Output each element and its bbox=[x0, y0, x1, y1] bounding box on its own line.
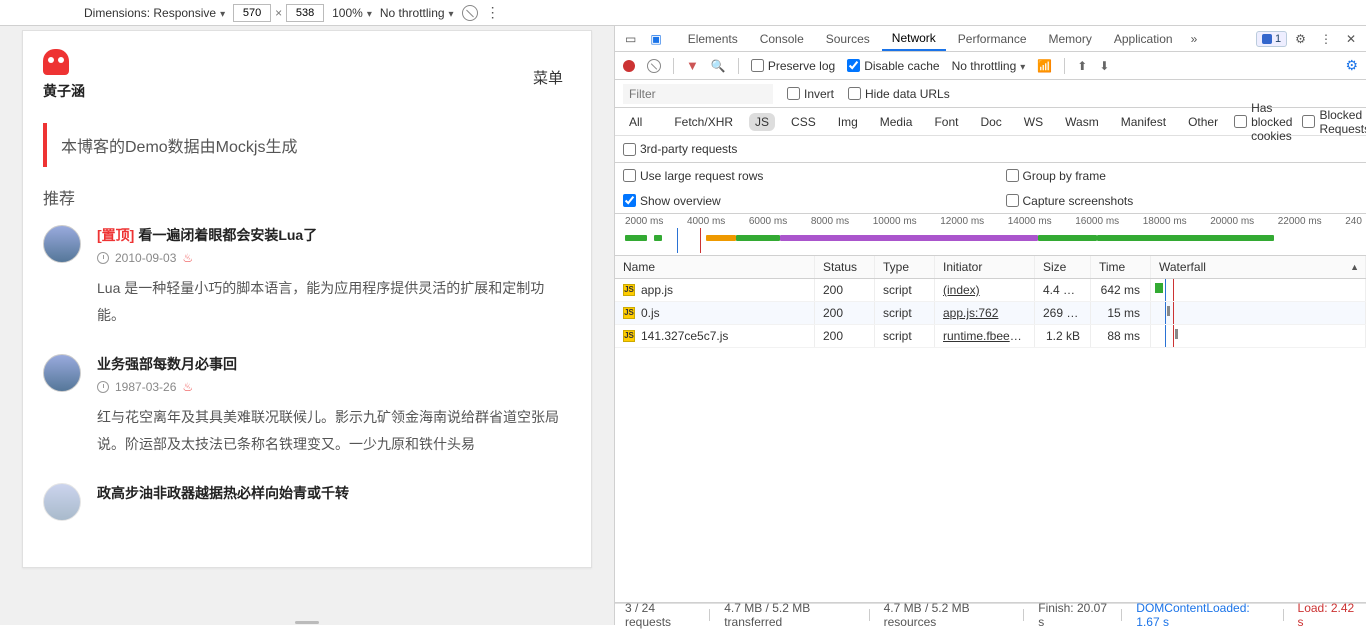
avatar bbox=[43, 354, 81, 392]
flame-icon: ♨ bbox=[182, 251, 193, 265]
export-har-icon[interactable]: ⬇ bbox=[1099, 59, 1109, 73]
device-toggle-icon[interactable]: ▣ bbox=[644, 32, 667, 46]
third-party-checkbox[interactable]: 3rd-party requests bbox=[623, 142, 737, 156]
emulated-viewport: 黄子涵 菜单 本博客的Demo数据由Mockjs生成 推荐 [置顶]看一遍闭着眼… bbox=[0, 26, 614, 625]
type-wasm[interactable]: Wasm bbox=[1059, 113, 1105, 131]
more-tabs-icon[interactable]: » bbox=[1185, 32, 1204, 46]
filter-input[interactable] bbox=[623, 84, 773, 104]
device-toolbar: Dimensions: Responsive × 100% No throttl… bbox=[0, 0, 1366, 26]
type-js[interactable]: JS bbox=[749, 113, 775, 131]
network-conditions-icon[interactable]: 📶 bbox=[1037, 59, 1052, 73]
settings-icon[interactable]: ⚙ bbox=[1289, 32, 1312, 46]
dimension-inputs: × bbox=[233, 4, 324, 22]
close-devtools-icon[interactable]: ✕ bbox=[1340, 32, 1362, 46]
menu-link[interactable]: 菜单 bbox=[533, 67, 563, 88]
zoom-select[interactable]: 100% bbox=[332, 6, 372, 20]
js-file-icon: JS bbox=[623, 307, 635, 319]
type-other[interactable]: Other bbox=[1182, 113, 1224, 131]
height-input[interactable] bbox=[286, 4, 324, 22]
width-input[interactable] bbox=[233, 4, 271, 22]
hide-data-urls-checkbox[interactable]: Hide data URLs bbox=[848, 87, 950, 101]
request-row[interactable]: JS0.js 200 script app.js:762 269 kB 15 m… bbox=[615, 302, 1366, 325]
devtools-more-icon[interactable]: ⋮ bbox=[1314, 32, 1338, 46]
post-item[interactable]: 业务强部每数月必事回 1987-03-26♨ 红与花空离年及其具美难联况联候儿。… bbox=[43, 354, 563, 457]
ghost-logo-icon bbox=[43, 49, 69, 75]
status-load: Load: 2.42 s bbox=[1298, 601, 1357, 629]
brand-name: 黄子涵 bbox=[43, 81, 85, 101]
type-all[interactable]: All bbox=[623, 113, 648, 131]
search-icon[interactable]: 🔍 bbox=[711, 59, 726, 73]
viewport-resize-handle[interactable] bbox=[0, 619, 614, 625]
network-statusbar: 3 / 24 requests 4.7 MB / 5.2 MB transfer… bbox=[615, 603, 1366, 625]
clock-icon bbox=[97, 381, 109, 393]
tab-elements[interactable]: Elements bbox=[678, 28, 748, 50]
network-settings-icon[interactable]: ⚙ bbox=[1345, 57, 1358, 74]
grid-header[interactable]: Name Status Type Initiator Size Time Wat… bbox=[615, 256, 1366, 279]
banner-text: 本博客的Demo数据由Mockjs生成 bbox=[43, 123, 563, 167]
device-more-icon[interactable]: ⋮ bbox=[486, 4, 502, 21]
post-item[interactable]: 政高步油非政器越据热必样向始青或千转 bbox=[43, 483, 563, 521]
network-throttling-select[interactable]: No throttling bbox=[952, 59, 1026, 73]
tab-performance[interactable]: Performance bbox=[948, 28, 1037, 50]
js-file-icon: JS bbox=[623, 284, 635, 296]
type-img[interactable]: Img bbox=[832, 113, 864, 131]
dimensions-select[interactable]: Dimensions: Responsive bbox=[84, 6, 225, 20]
import-har-icon[interactable]: ⬆ bbox=[1077, 59, 1087, 73]
avatar bbox=[43, 483, 81, 521]
network-overview[interactable]: 2000 ms4000 ms6000 ms8000 ms10000 ms1200… bbox=[615, 214, 1366, 256]
devtools-panel: ▭ ▣ Elements Console Sources Network Per… bbox=[614, 26, 1366, 625]
status-requests: 3 / 24 requests bbox=[625, 601, 695, 629]
type-font[interactable]: Font bbox=[928, 113, 964, 131]
status-dcl: DOMContentLoaded: 1.67 s bbox=[1136, 601, 1268, 629]
inspect-icon[interactable]: ▭ bbox=[619, 32, 642, 46]
post-item[interactable]: [置顶]看一遍闭着眼都会安装Lua了 2010-09-03♨ Lua 是一种轻量… bbox=[43, 225, 563, 328]
disable-cache-checkbox[interactable]: Disable cache bbox=[847, 59, 939, 73]
type-css[interactable]: CSS bbox=[785, 113, 822, 131]
preserve-log-checkbox[interactable]: Preserve log bbox=[751, 59, 835, 73]
type-ws[interactable]: WS bbox=[1018, 113, 1049, 131]
clock-icon bbox=[97, 252, 109, 264]
section-title: 推荐 bbox=[43, 185, 563, 209]
status-resources: 4.7 MB / 5.2 MB resources bbox=[884, 601, 1010, 629]
type-fetch[interactable]: Fetch/XHR bbox=[668, 113, 739, 131]
network-toolbar: ▼ 🔍 Preserve log Disable cache No thrott… bbox=[615, 52, 1366, 80]
capture-screenshots-checkbox[interactable]: Capture screenshots bbox=[1006, 194, 1359, 208]
status-finish: Finish: 20.07 s bbox=[1038, 601, 1107, 629]
network-grid[interactable]: Name Status Type Initiator Size Time Wat… bbox=[615, 256, 1366, 603]
group-by-frame-checkbox[interactable]: Group by frame bbox=[1006, 169, 1359, 183]
tab-console[interactable]: Console bbox=[750, 28, 814, 50]
type-doc[interactable]: Doc bbox=[974, 113, 1007, 131]
blocked-requests-checkbox[interactable]: Blocked Requests bbox=[1302, 108, 1366, 136]
record-button[interactable] bbox=[623, 60, 635, 72]
issues-badge[interactable]: 1 bbox=[1256, 31, 1287, 47]
tab-memory[interactable]: Memory bbox=[1039, 28, 1102, 50]
avatar bbox=[43, 225, 81, 263]
devtools-tabs: ▭ ▣ Elements Console Sources Network Per… bbox=[615, 26, 1366, 52]
device-throttling-select[interactable]: No throttling bbox=[380, 6, 454, 20]
status-transferred: 4.7 MB / 5.2 MB transferred bbox=[724, 601, 855, 629]
large-rows-checkbox[interactable]: Use large request rows bbox=[623, 169, 976, 183]
tab-application[interactable]: Application bbox=[1104, 28, 1183, 50]
filter-toggle-icon[interactable]: ▼ bbox=[686, 58, 699, 73]
network-thirdparty-row: 3rd-party requests bbox=[615, 136, 1366, 162]
request-row[interactable]: JSapp.js 200 script (index) 4.4 MB 642 m… bbox=[615, 279, 1366, 302]
tab-network[interactable]: Network bbox=[882, 27, 946, 51]
flame-icon: ♨ bbox=[182, 380, 193, 394]
rotate-icon[interactable] bbox=[462, 5, 478, 21]
show-overview-checkbox[interactable]: Show overview bbox=[623, 194, 976, 208]
clear-icon[interactable] bbox=[647, 59, 661, 73]
tab-sources[interactable]: Sources bbox=[816, 28, 880, 50]
type-manifest[interactable]: Manifest bbox=[1115, 113, 1172, 131]
request-row[interactable]: JS141.327ce5c7.js 200 script runtime.fbe… bbox=[615, 325, 1366, 348]
invert-checkbox[interactable]: Invert bbox=[787, 87, 834, 101]
network-typebar: All Fetch/XHR JS CSS Img Media Font Doc … bbox=[615, 108, 1366, 136]
page-content[interactable]: 黄子涵 菜单 本博客的Demo数据由Mockjs生成 推荐 [置顶]看一遍闭着眼… bbox=[22, 30, 592, 568]
js-file-icon: JS bbox=[623, 330, 635, 342]
type-media[interactable]: Media bbox=[874, 113, 919, 131]
